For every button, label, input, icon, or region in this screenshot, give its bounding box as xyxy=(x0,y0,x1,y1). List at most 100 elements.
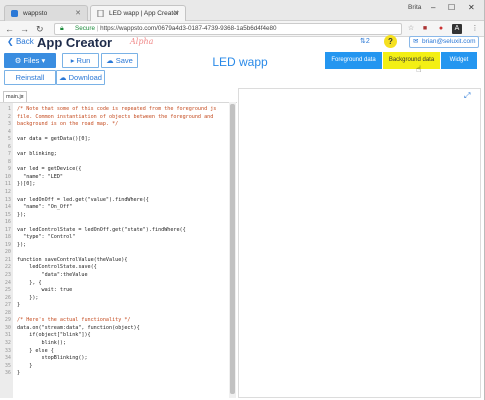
foreground-data-button[interactable]: Foreground data xyxy=(325,52,382,69)
back-button[interactable]: ❮ Back xyxy=(7,37,34,46)
wappsto-favicon-icon xyxy=(11,10,18,17)
code-text: "name": "LED" xyxy=(17,173,64,180)
back-button-label: Back xyxy=(15,37,34,46)
code-text: var led = getDevice({ xyxy=(17,166,82,173)
user-account-button[interactable]: ✉ brian@seluxit.com xyxy=(409,36,479,48)
lock-icon: 🔒︎ xyxy=(60,25,64,32)
code-text: "type": "Control" xyxy=(17,234,76,241)
run-button-label: Run xyxy=(76,56,91,65)
pointer-cursor-icon: ☝ xyxy=(416,64,422,74)
url-text: https://wappsto.com/0679a4d3-0187-4739-9… xyxy=(100,25,277,32)
line-number: 13 xyxy=(4,196,11,203)
line-number: 24 xyxy=(4,279,11,286)
code-text: } else { xyxy=(17,347,54,354)
help-button[interactable]: ? xyxy=(384,35,397,48)
run-button[interactable]: ▸ Run xyxy=(62,53,99,68)
browser-tab-wappsto[interactable]: wappsto ✕ xyxy=(4,5,88,21)
code-text: if(object["blink"]){ xyxy=(17,332,91,339)
expand-icon[interactable]: ⤢ xyxy=(464,91,470,101)
file-tab-main-js[interactable]: main.js × xyxy=(3,91,27,102)
app-header: ❮ Back App Creator Alpha ⇅2 ? ✉ brian@se… xyxy=(0,35,485,50)
menu-dots-icon[interactable]: ⋮ xyxy=(470,24,480,34)
line-number: 9 xyxy=(7,166,11,173)
widget-button[interactable]: Widget xyxy=(441,52,477,69)
line-number: 3 xyxy=(7,121,11,128)
code-text: function saveControlValue(theValue){ xyxy=(17,256,128,263)
secure-label: Secure xyxy=(75,25,95,32)
line-number: 30 xyxy=(4,324,11,331)
cloud-download-icon: ☁ xyxy=(59,73,69,82)
line-number: 8 xyxy=(7,158,11,165)
reinstall-button[interactable]: Reinstall xyxy=(4,70,56,85)
code-text: wait: true xyxy=(17,287,73,294)
forward-arrow-icon[interactable]: → xyxy=(20,23,29,35)
page-title: App Creator xyxy=(37,35,113,50)
code-text: }); xyxy=(17,241,27,248)
code-text: })[0]; xyxy=(17,181,36,188)
back-arrow-icon[interactable]: ← xyxy=(5,23,14,35)
background-data-button[interactable]: Background data xyxy=(383,52,440,69)
extension-icon[interactable]: ■ xyxy=(420,24,430,34)
line-number: 17 xyxy=(4,226,11,233)
line-number: 28 xyxy=(4,309,11,316)
app-name: LED wapp xyxy=(212,55,268,69)
line-number: 29 xyxy=(4,317,11,324)
code-text: } xyxy=(17,370,21,377)
line-number: 18 xyxy=(4,234,11,241)
code-text: var ledOnOff = led.get("value").findWher… xyxy=(17,196,149,203)
bookmark-star-icon[interactable]: ☆ xyxy=(406,24,416,34)
browser-tab-led-wapp[interactable]: LED wapp | App Creator ✕ xyxy=(90,5,186,21)
code-text: "name": "On_Off" xyxy=(17,204,73,211)
line-number: 19 xyxy=(4,241,11,248)
files-dropdown-button[interactable]: ⚙ Files ▾ xyxy=(4,53,56,68)
editor-scrollbar-thumb[interactable] xyxy=(230,104,235,394)
close-window-icon[interactable]: ✕ xyxy=(468,3,475,12)
line-number: 7 xyxy=(7,151,11,158)
save-button[interactable]: ☁ Save xyxy=(101,53,138,68)
code-text: }); xyxy=(17,211,27,218)
close-icon[interactable]: ✕ xyxy=(173,9,179,17)
maximize-icon[interactable]: ☐ xyxy=(448,3,455,12)
browser-titlebar: wappsto ✕ LED wapp | App Creator ✕ Brita… xyxy=(0,0,485,21)
minimize-icon[interactable]: – xyxy=(431,3,435,12)
code-text: background is on the road map. */ xyxy=(17,121,119,128)
line-number: 21 xyxy=(4,256,11,263)
code-text: }); xyxy=(17,294,39,301)
notification-count: 2 xyxy=(365,38,370,45)
code-text: } xyxy=(17,362,33,369)
line-number: 10 xyxy=(4,173,11,180)
notifications-button[interactable]: ⇅2 xyxy=(360,37,370,45)
files-button-label: Files xyxy=(23,56,40,65)
window-user-name: Brita xyxy=(408,4,422,11)
code-text: file. Common instantiation of objects be… xyxy=(17,113,214,120)
extension-icon[interactable]: A xyxy=(452,24,462,34)
extension-icon[interactable]: ● xyxy=(436,24,446,34)
line-number: 27 xyxy=(4,302,11,309)
close-icon[interactable]: × xyxy=(21,92,24,102)
line-number: 26 xyxy=(4,294,11,301)
line-number: 31 xyxy=(4,332,11,339)
line-number: 33 xyxy=(4,347,11,354)
files-icon: ⚙ xyxy=(14,56,24,65)
line-number: 6 xyxy=(7,143,11,150)
url-field[interactable]: 🔒︎ Secure | https://wappsto.com/0679a4d3… xyxy=(54,23,402,35)
close-icon[interactable]: ✕ xyxy=(75,9,81,17)
download-button[interactable]: ☁ Download xyxy=(56,70,105,85)
line-number: 11 xyxy=(4,181,11,188)
caret-down-icon: ▾ xyxy=(41,56,46,65)
browser-tab-label: LED wapp | App Creator xyxy=(109,10,179,17)
code-text: data.on("stream:data", function(object){ xyxy=(17,324,140,331)
line-number: 25 xyxy=(4,287,11,294)
reinstall-button-label: Reinstall xyxy=(15,73,45,82)
code-text: var blinking; xyxy=(17,151,57,158)
line-number: 5 xyxy=(7,136,11,143)
line-number: 36 xyxy=(4,370,11,377)
code-text: var ledControlState = ledOnOff.get("stat… xyxy=(17,226,186,233)
download-button-label: Download xyxy=(68,73,102,82)
browser-tab-label: wappsto xyxy=(23,10,48,17)
line-number: 32 xyxy=(4,339,11,346)
reload-icon[interactable]: ↻ xyxy=(36,23,44,35)
code-editor[interactable]: 1 /* Note that some of this code is repea… xyxy=(0,102,237,398)
code-text: } xyxy=(17,302,21,309)
code-text: var data = getData()[0]; xyxy=(17,136,91,143)
